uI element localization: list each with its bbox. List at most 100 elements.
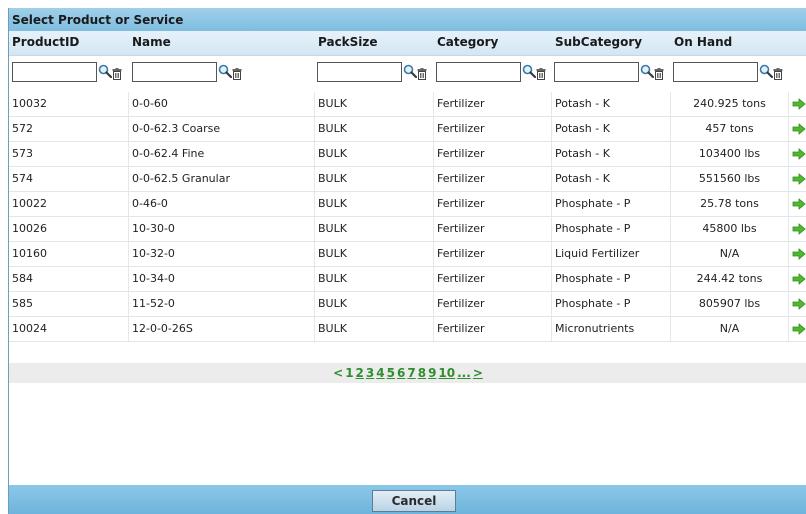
productid-cell: 10032 xyxy=(9,92,129,116)
pager-page-link[interactable]: ... xyxy=(457,366,471,380)
cancel-button[interactable]: Cancel xyxy=(372,490,456,512)
filter-cell-onhand xyxy=(673,62,794,86)
pager-page-link[interactable]: 7 xyxy=(407,366,415,380)
search-icon[interactable] xyxy=(403,64,417,78)
table-row[interactable]: 10160 10-32-0 BULK Fertilizer Liquid Fertili… xyxy=(9,242,806,267)
filter-cell-productid xyxy=(12,62,133,86)
name-cell: 11-52-0 xyxy=(129,292,315,316)
search-icon[interactable] xyxy=(218,64,232,78)
name-cell: 0-46-0 xyxy=(129,192,315,216)
dialog-title: Select Product or Service xyxy=(12,13,184,27)
filter-input-packsize[interactable] xyxy=(317,62,402,82)
table-row[interactable]: 10026 10-30-0 BULK Fertilizer Phosphate - P4… xyxy=(9,217,806,242)
category-cell: Fertilizer xyxy=(434,167,552,191)
table-row[interactable]: 10032 0-0-60 BULK Fertilizer Potash - K 240.9… xyxy=(9,92,806,117)
subcategory-cell: Phosphate - P xyxy=(552,292,671,316)
name-cell: 12-0-0-26S xyxy=(129,317,315,341)
pager-page-link[interactable]: 4 xyxy=(376,366,384,380)
table-row[interactable]: 10022 0-46-0 BULK Fertilizer Phosphate - P 25… xyxy=(9,192,806,217)
dialog-footer: Cancel xyxy=(9,485,806,514)
select-row-arrow-icon[interactable] xyxy=(789,117,806,141)
pager-next[interactable]: > xyxy=(473,366,483,380)
table-row[interactable]: 573 0-0-62.4 Fine BULK Fertilizer Potash - K… xyxy=(9,142,806,167)
onhand-cell: 25.78 tons xyxy=(671,192,789,216)
table-row[interactable]: 585 11-52-0 BULK Fertilizer Phosphate - P 805… xyxy=(9,292,806,317)
pager-page-link[interactable]: 3 xyxy=(366,366,374,380)
filter-input-onhand[interactable] xyxy=(673,62,758,82)
onhand-cell: 551560 lbs xyxy=(671,167,789,191)
subcategory-cell: Potash - K xyxy=(552,142,671,166)
filter-cell-name xyxy=(132,62,253,86)
productid-cell: 10022 xyxy=(9,192,129,216)
search-icon[interactable] xyxy=(522,64,536,78)
search-icon[interactable] xyxy=(98,64,112,78)
productid-cell: 585 xyxy=(9,292,129,316)
name-cell: 10-34-0 xyxy=(129,267,315,291)
category-cell: Fertilizer xyxy=(434,92,552,116)
column-header-productid[interactable]: ProductID xyxy=(12,35,79,49)
table-row[interactable]: 10024 12-0-0-26S BULK Fertilizer Micronutrie… xyxy=(9,317,806,342)
column-header-name[interactable]: Name xyxy=(132,35,171,49)
subcategory-cell: Potash - K xyxy=(552,117,671,141)
select-product-dialog: Select Product or Service ProductID Name… xyxy=(8,8,806,514)
select-row-arrow-icon[interactable] xyxy=(789,292,806,316)
filter-cell-packsize xyxy=(317,62,438,86)
pager-page-link[interactable]: 2 xyxy=(356,366,364,380)
onhand-cell: 103400 lbs xyxy=(671,142,789,166)
trash-icon[interactable] xyxy=(654,68,664,80)
subcategory-cell: Micronutrients xyxy=(552,317,671,341)
column-header-subcategory[interactable]: SubCategory xyxy=(555,35,642,49)
select-row-arrow-icon[interactable] xyxy=(789,242,806,266)
subcategory-cell: Potash - K xyxy=(552,92,671,116)
table-row[interactable]: 574 0-0-62.5 Granular BULK Fertilizer Potash… xyxy=(9,167,806,192)
pager-page-link[interactable]: 8 xyxy=(418,366,426,380)
category-cell: Fertilizer xyxy=(434,292,552,316)
packsize-cell: BULK xyxy=(315,292,434,316)
select-row-arrow-icon[interactable] xyxy=(789,92,806,116)
select-row-arrow-icon[interactable] xyxy=(789,192,806,216)
pager-page-link[interactable]: 10 xyxy=(438,366,455,380)
packsize-cell: BULK xyxy=(315,242,434,266)
column-header-category[interactable]: Category xyxy=(437,35,498,49)
trash-icon[interactable] xyxy=(112,68,122,80)
column-header-packsize[interactable]: PackSize xyxy=(318,35,378,49)
category-cell: Fertilizer xyxy=(434,192,552,216)
filter-input-productid[interactable] xyxy=(12,62,97,82)
productid-cell: 572 xyxy=(9,117,129,141)
onhand-cell: 457 tons xyxy=(671,117,789,141)
table-row[interactable]: 584 10-34-0 BULK Fertilizer Phosphate - P 244… xyxy=(9,267,806,292)
filter-input-name[interactable] xyxy=(132,62,217,82)
trash-icon[interactable] xyxy=(773,68,783,80)
onhand-cell: 45800 lbs xyxy=(671,217,789,241)
productid-cell: 10026 xyxy=(9,217,129,241)
select-row-arrow-icon[interactable] xyxy=(789,317,806,341)
title-bar: Select Product or Service xyxy=(9,8,806,31)
pager-page-link[interactable]: 5 xyxy=(387,366,395,380)
column-header-row: ProductID Name PackSize Category SubCate… xyxy=(9,31,806,56)
select-row-arrow-icon[interactable] xyxy=(789,267,806,291)
filter-input-subcategory[interactable] xyxy=(554,62,639,82)
filter-input-category[interactable] xyxy=(436,62,521,82)
filter-row xyxy=(9,56,806,92)
onhand-cell: 244.42 tons xyxy=(671,267,789,291)
name-cell: 0-0-62.4 Fine xyxy=(129,142,315,166)
search-icon[interactable] xyxy=(759,64,773,78)
select-row-arrow-icon[interactable] xyxy=(789,217,806,241)
search-icon[interactable] xyxy=(640,64,654,78)
productid-cell: 573 xyxy=(9,142,129,166)
trash-icon[interactable] xyxy=(536,68,546,80)
pager-page-link[interactable]: 6 xyxy=(397,366,405,380)
table-row[interactable]: 572 0-0-62.3 Coarse BULK Fertilizer Potash -… xyxy=(9,117,806,142)
category-cell: Fertilizer xyxy=(434,142,552,166)
trash-icon[interactable] xyxy=(417,68,427,80)
pager-page-link[interactable]: 9 xyxy=(428,366,436,380)
category-cell: Fertilizer xyxy=(434,217,552,241)
select-row-arrow-icon[interactable] xyxy=(789,167,806,191)
column-header-onhand[interactable]: On Hand xyxy=(674,35,732,49)
trash-icon[interactable] xyxy=(232,68,242,80)
pager-prev[interactable]: < xyxy=(333,366,343,380)
name-cell: 0-0-60 xyxy=(129,92,315,116)
select-row-arrow-icon[interactable] xyxy=(789,142,806,166)
pager-page-link: 1 xyxy=(345,366,354,380)
name-cell: 0-0-62.5 Granular xyxy=(129,167,315,191)
